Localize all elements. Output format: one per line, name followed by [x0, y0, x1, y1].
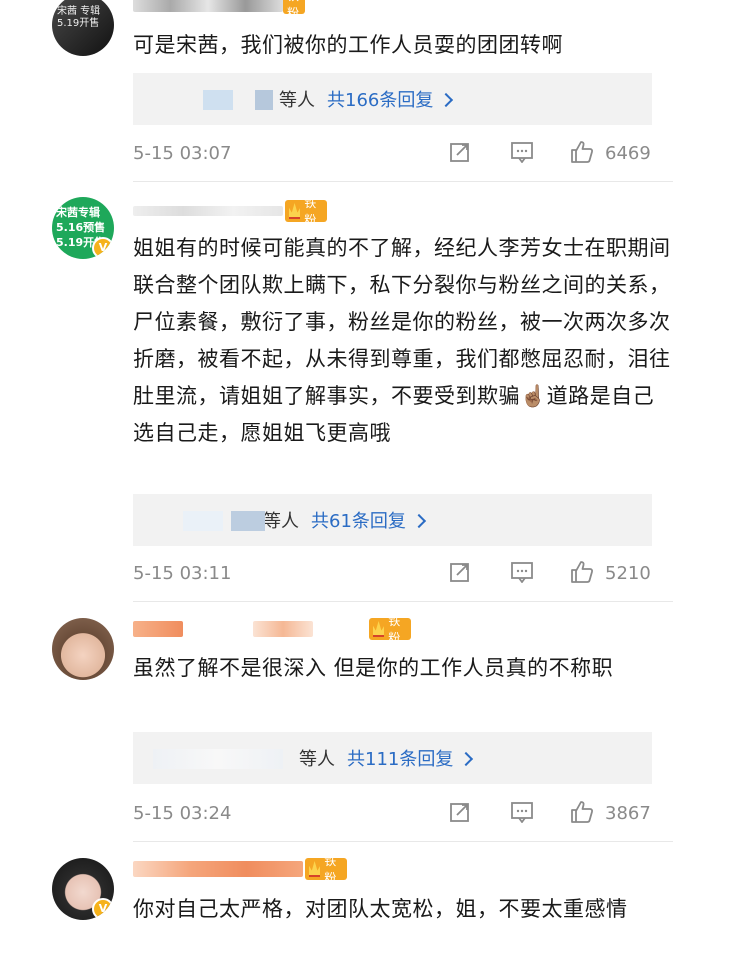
comment-icon[interactable] — [510, 561, 534, 583]
share-icon[interactable] — [449, 141, 471, 163]
thumbs-up-icon[interactable] — [569, 799, 595, 825]
comment-icon[interactable] — [510, 801, 534, 823]
like-count: 6469 — [605, 143, 651, 164]
avatar[interactable]: V — [52, 858, 114, 920]
chevron-right-icon — [459, 751, 474, 766]
avatar[interactable]: 宋茜专辑 5.16预售 5.19开售 V — [52, 197, 114, 259]
reply-summary[interactable]: 等人 共166条回复 — [133, 73, 652, 125]
verified-icon: V — [92, 898, 114, 920]
comment-meta: 5-15 03:07 6469 — [133, 139, 653, 169]
verified-icon: V — [92, 237, 114, 259]
comment-text: 姐姐有的时候可能真的不了解，经纪人李芳女士在职期间联合整个团队欺上瞒下，私下分裂… — [133, 236, 671, 445]
fan-badge: 铁粉 — [285, 196, 328, 227]
timestamp: 5-15 03:07 — [133, 143, 232, 164]
fan-badge: 铁粉 — [305, 854, 348, 885]
chevron-right-icon — [439, 92, 454, 107]
reply-count-link[interactable]: 共111条回复 — [347, 745, 453, 771]
crown-icon — [373, 621, 385, 637]
comment-text: 你对自己太严格，对团队太宽松，姐，不要太重感情 — [133, 897, 628, 921]
thumbs-up-icon[interactable] — [569, 139, 595, 165]
reply-summary[interactable]: 等人 共61条回复 — [133, 494, 652, 546]
avatar[interactable]: 宋茜 专辑 5.19开售 — [52, 0, 114, 56]
reply-users: 等人 — [299, 749, 335, 770]
comment-item: 宋茜专辑 5.16预售 5.19开售 V 铁粉 姐姐有的时候可能真的不了解，经纪… — [0, 182, 741, 602]
reply-count-link[interactable]: 共61条回复 — [311, 507, 406, 533]
avatar-label: 宋茜 专辑 5.19开售 — [57, 6, 101, 29]
fan-badge: 铁粉 — [369, 614, 412, 645]
crown-icon — [309, 861, 321, 877]
like-count: 3867 — [605, 803, 651, 824]
like-count: 5210 — [605, 563, 651, 584]
share-icon[interactable] — [449, 561, 471, 583]
crown-icon — [289, 203, 301, 219]
comment-item: V 铁粉 你对自己太严格，对团队太宽松，姐，不要太重感情 — [0, 842, 741, 966]
comment-meta: 5-15 03:11 5210 — [133, 559, 653, 589]
avatar[interactable] — [52, 618, 114, 680]
comment-text: 虽然了解不是很深入 但是你的工作人员真的不称职 — [133, 656, 614, 680]
comment-item: 铁粉 虽然了解不是很深入 但是你的工作人员真的不称职 等人 共111条回复 5-… — [0, 602, 741, 842]
comment-icon[interactable] — [510, 141, 534, 163]
comment-text: 可是宋茜，我们被你的工作人员耍的团团转啊 — [133, 33, 563, 57]
thumbs-up-icon[interactable] — [569, 559, 595, 585]
reply-count-link[interactable]: 共166条回复 — [327, 86, 433, 112]
comment-meta: 5-15 03:24 3867 — [133, 799, 653, 829]
reply-summary[interactable]: 等人 共111条回复 — [133, 732, 652, 784]
reply-users: 等人 — [263, 511, 299, 532]
timestamp: 5-15 03:11 — [133, 563, 232, 584]
comment-item: 宋茜 专辑 5.19开售 铁粉 可是宋茜，我们被你的工作人员耍的团团转啊 等人 … — [0, 0, 741, 182]
reply-users: 等人 — [279, 90, 315, 111]
chevron-right-icon — [411, 513, 426, 528]
fan-badge: 铁粉 — [283, 0, 306, 20]
timestamp: 5-15 03:24 — [133, 803, 232, 824]
share-icon[interactable] — [449, 801, 471, 823]
